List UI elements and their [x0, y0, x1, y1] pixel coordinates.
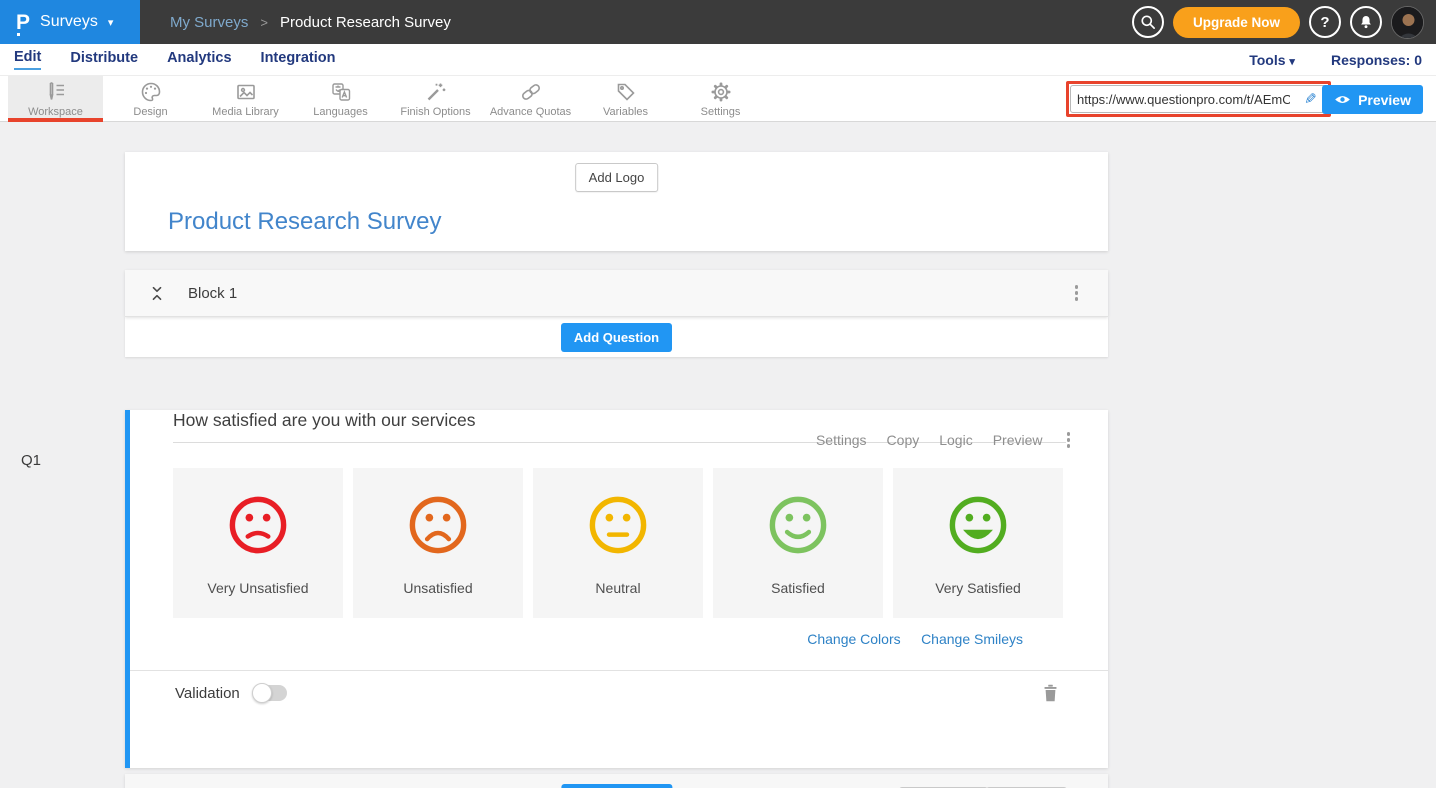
edit-toolbar: Workspace Design Media Library Languages…: [0, 76, 1436, 122]
very-unsatisfied-smiley-icon: [226, 493, 290, 557]
breadcrumb-my-surveys[interactable]: My Surveys: [170, 14, 248, 31]
question-preview-link[interactable]: Preview: [993, 432, 1043, 448]
topbar-actions: Upgrade Now ?: [1132, 0, 1424, 44]
search-icon: [1139, 13, 1157, 31]
avatar-photo: [1392, 7, 1424, 39]
toolbar-tab-media-library[interactable]: Media Library: [198, 76, 293, 121]
question-logic-link[interactable]: Logic: [939, 432, 972, 448]
questionpro-logo-icon: P: [16, 12, 30, 33]
add-question-row-top: Add Question: [125, 317, 1108, 357]
toolbar-tab-advance-quotas[interactable]: Advance Quotas: [483, 76, 578, 121]
block-card: Block 1 Add Question Settings Copy Logic…: [125, 270, 1108, 788]
block-menu-kebab-icon[interactable]: [1071, 281, 1083, 305]
toolbar-tab-languages[interactable]: Languages: [293, 76, 388, 121]
validation-toggle[interactable]: [253, 685, 287, 701]
question-copy-link[interactable]: Copy: [887, 432, 920, 448]
breadcrumb: My Surveys > Product Research Survey: [170, 14, 451, 31]
nav-right: Tools ▾ Responses: 0: [1249, 52, 1422, 68]
tab-distribute[interactable]: Distribute: [70, 50, 138, 69]
bell-icon: [1358, 14, 1374, 30]
responses-count[interactable]: Responses: 0: [1331, 52, 1422, 68]
tab-integration[interactable]: Integration: [261, 50, 336, 69]
app-logo-block[interactable]: P Surveys ▾: [0, 0, 140, 44]
question-card: Settings Copy Logic Preview How satisfie…: [125, 410, 1108, 768]
collapse-chevrons-icon: [149, 284, 165, 302]
eye-icon: [1334, 94, 1351, 105]
block-header: Block 1: [125, 270, 1108, 317]
add-question-button-bottom[interactable]: Add Question: [561, 784, 672, 788]
toolbar-tab-variables[interactable]: Variables: [578, 76, 673, 121]
caret-down-icon: ▾: [1289, 56, 1295, 68]
question-mark-icon: ?: [1320, 14, 1329, 31]
workspace-content: Q1 Add Logo Product Research Survey Bloc…: [0, 152, 1436, 788]
breadcrumb-chevron-icon: >: [260, 15, 268, 30]
help-button[interactable]: ?: [1309, 6, 1341, 38]
topbar: P Surveys ▾ My Surveys > Product Researc…: [0, 0, 1436, 44]
tag-icon: [614, 80, 638, 104]
block-footer: Add Question ✂ Page Break Separator: [125, 774, 1108, 788]
breadcrumb-current-survey: Product Research Survey: [280, 14, 451, 31]
question-title[interactable]: How satisfied are you with our services: [173, 410, 475, 430]
preview-button[interactable]: Preview: [1322, 85, 1423, 114]
workspace-icon: [44, 80, 68, 104]
option-very-satisfied[interactable]: Very Satisfied: [893, 468, 1063, 618]
option-very-unsatisfied[interactable]: Very Unsatisfied: [173, 468, 343, 618]
survey-url-field: ✎: [1070, 85, 1327, 113]
collapse-block-button[interactable]: [149, 284, 165, 302]
section-nav: Edit Distribute Analytics Integration To…: [0, 44, 1436, 76]
upgrade-now-button[interactable]: Upgrade Now: [1173, 7, 1300, 38]
option-neutral[interactable]: Neutral: [533, 468, 703, 618]
delete-question-button[interactable]: [1043, 684, 1058, 702]
add-question-button-top[interactable]: Add Question: [561, 323, 672, 352]
smiley-options: Very Unsatisfied Unsatisfied Neutral Sat…: [173, 468, 1108, 618]
toolbar-tab-finish-options[interactable]: Finish Options: [388, 76, 483, 121]
caret-down-icon: ▾: [108, 16, 114, 29]
validation-label: Validation: [175, 685, 240, 702]
option-satisfied[interactable]: Satisfied: [713, 468, 883, 618]
validation-row: Validation: [130, 670, 1108, 715]
survey-header-card: Add Logo Product Research Survey: [125, 152, 1108, 251]
toolbar-tab-design[interactable]: Design: [103, 76, 198, 121]
question-actions: Settings Copy Logic Preview: [816, 428, 1074, 452]
media-image-icon: [234, 80, 258, 104]
neutral-smiley-icon: [586, 493, 650, 557]
notifications-button[interactable]: [1350, 6, 1382, 38]
block-name[interactable]: Block 1: [188, 285, 237, 302]
question-settings-link[interactable]: Settings: [816, 432, 867, 448]
design-palette-icon: [139, 80, 163, 104]
smiley-edit-links: Change Colors Change Smileys: [173, 631, 1063, 649]
very-satisfied-smiley-icon: [946, 493, 1010, 557]
option-unsatisfied[interactable]: Unsatisfied: [353, 468, 523, 618]
survey-url-highlight: ✎: [1066, 81, 1331, 117]
product-name: Surveys: [40, 13, 98, 31]
add-logo-button[interactable]: Add Logo: [575, 163, 659, 192]
toolbar-tab-settings[interactable]: Settings: [673, 76, 768, 121]
search-button[interactable]: [1132, 6, 1164, 38]
survey-url-input[interactable]: [1071, 92, 1296, 107]
tab-analytics[interactable]: Analytics: [167, 50, 231, 69]
user-avatar[interactable]: [1391, 6, 1424, 39]
translate-icon: [329, 80, 353, 104]
unsatisfied-smiley-icon: [406, 493, 470, 557]
change-colors-link[interactable]: Change Colors: [807, 631, 900, 647]
toolbar-tab-workspace[interactable]: Workspace: [8, 76, 103, 121]
magic-wand-icon: [424, 80, 448, 104]
tab-edit[interactable]: Edit: [14, 49, 41, 70]
gear-icon: [709, 80, 733, 104]
satisfied-smiley-icon: [766, 493, 830, 557]
chain-link-icon: [519, 80, 543, 104]
change-smileys-link[interactable]: Change Smileys: [921, 631, 1023, 647]
trash-icon: [1043, 684, 1058, 702]
question-menu-kebab-icon[interactable]: [1063, 428, 1075, 452]
tools-menu[interactable]: Tools ▾: [1249, 52, 1295, 68]
survey-title[interactable]: Product Research Survey: [168, 208, 441, 236]
question-number-label: Q1: [21, 452, 41, 469]
